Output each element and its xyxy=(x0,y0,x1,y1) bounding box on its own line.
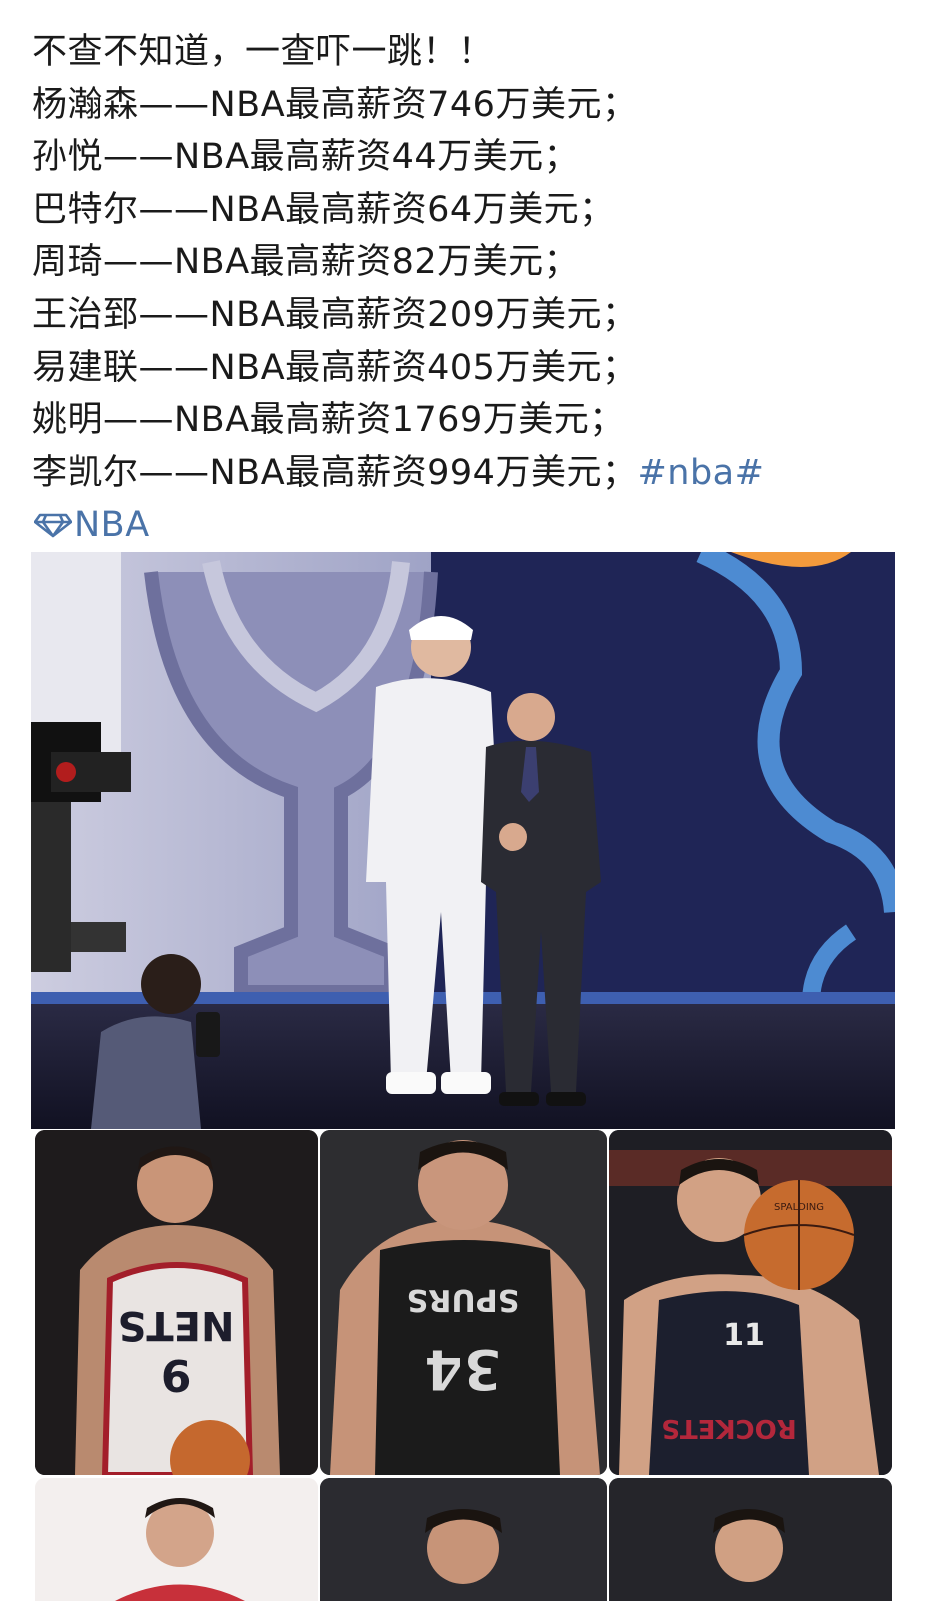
draft-stage-photo[interactable] xyxy=(31,552,895,1129)
hashtag-link[interactable]: #nba# xyxy=(637,453,764,493)
post-line: 杨瀚森——NBA最高薪资746万美元； xyxy=(32,84,638,125)
post-line: 易建联——NBA最高薪资405万美元； xyxy=(32,347,638,388)
jersey-number: 9 xyxy=(161,1349,192,1400)
post-line: 姚明——NBA最高薪资1769万美元； xyxy=(32,400,625,441)
post-line: 不查不知道，一查吓一跳！！ xyxy=(32,32,494,72)
player-photo[interactable]: NETS 9 xyxy=(35,1130,318,1475)
post-line: 周琦——NBA最高薪资82万美元； xyxy=(32,242,580,283)
post-text: 不查不知道，一查吓一跳！！ 杨瀚森——NBA最高薪资746万美元； 孙悦——NB… xyxy=(32,26,902,605)
post-line: 李凯尔——NBA最高薪资994万美元； xyxy=(32,452,638,493)
player-photo[interactable] xyxy=(35,1478,318,1601)
player-photo[interactable] xyxy=(609,1478,892,1601)
post-line: 巴特尔——NBA最高薪资64万美元； xyxy=(32,189,615,230)
post-line: 孙悦——NBA最高薪资44万美元； xyxy=(32,137,580,178)
diamond-icon xyxy=(34,514,72,538)
supertopic-link[interactable]: NBA xyxy=(32,505,150,545)
jersey-text: SPURS xyxy=(407,1282,520,1317)
ball-text: SPALDING xyxy=(774,1202,824,1213)
post-line: 王治郅——NBA最高薪资209万美元； xyxy=(32,294,638,335)
player-photo[interactable]: SPURS 34 xyxy=(320,1130,607,1475)
player-photo[interactable] xyxy=(320,1478,607,1601)
jersey-number: 34 xyxy=(424,1336,502,1401)
jersey-number: 11 xyxy=(723,1318,765,1353)
post-line-last: 李凯尔——NBA最高薪资994万美元；#nba# xyxy=(32,447,902,500)
player-photo[interactable]: SPALDING 11 ROCKETS xyxy=(609,1130,892,1475)
jersey-text: ROCKETS xyxy=(661,1413,797,1443)
jersey-text: NETS xyxy=(118,1302,235,1348)
